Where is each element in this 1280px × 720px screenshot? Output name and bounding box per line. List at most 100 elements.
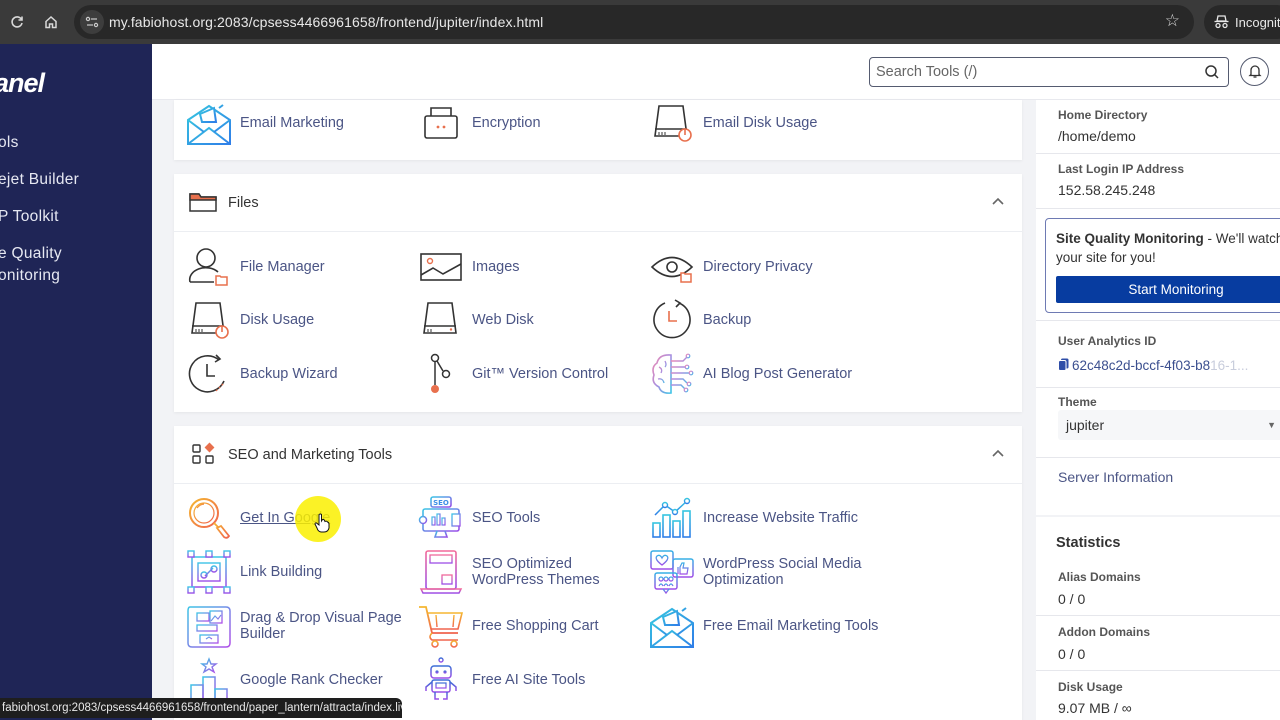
backup-wizard-icon: [186, 351, 232, 397]
user-analytics-label: User Analytics ID: [1058, 334, 1157, 348]
stat-row: Disk Usage 9.07 MB / ∞: [1036, 671, 1280, 720]
seo-section-header[interactable]: SEO and Marketing Tools: [174, 426, 1022, 484]
site-info-icon[interactable]: [80, 10, 104, 34]
sidebar-item-monitoring[interactable]: onitoring: [0, 265, 60, 287]
sidebar-item-tools[interactable]: ols: [0, 132, 19, 154]
tool-email-disk-usage[interactable]: Email Disk Usage: [649, 100, 817, 146]
tool-label: Free Shopping Cart: [472, 617, 599, 634]
user-analytics-row: User Analytics ID 62c48c2d-bccf-4f03-b81…: [1036, 320, 1280, 388]
chevron-up-icon[interactable]: [991, 196, 1005, 206]
tool-label: SEO Tools: [472, 509, 541, 526]
tool-wordpress-social-media-optimization[interactable]: WordPress Social Media Optimization: [649, 549, 873, 595]
stat-label: Alias Domains: [1058, 570, 1141, 584]
tool-label: Disk Usage: [240, 311, 315, 328]
files-section-card: Files File Manager Images Directory Priv…: [174, 174, 1022, 412]
robot-icon: [418, 657, 464, 703]
start-monitoring-button[interactable]: Start Monitoring: [1056, 276, 1280, 303]
user-analytics-value[interactable]: 62c48c2d-bccf-4f03-b816-1...: [1058, 358, 1248, 373]
tool-backup-wizard[interactable]: Backup Wizard: [186, 351, 338, 397]
tool-free-shopping-cart[interactable]: Free Shopping Cart: [418, 603, 599, 649]
search-tools-box[interactable]: [869, 57, 1229, 87]
theme-select[interactable]: jupiter ▼: [1058, 410, 1280, 440]
tool-encryption[interactable]: Encryption: [418, 100, 541, 146]
wordpress-theme-icon: [418, 549, 464, 595]
tool-increase-website-traffic[interactable]: Increase Website Traffic: [649, 495, 858, 541]
tool-seo-optimized-wordpress-themes[interactable]: SEO Optimized WordPress Themes: [418, 549, 642, 595]
statistics-panel: Statistics Alias Domains 0 / 0 Addon Dom…: [1036, 517, 1280, 720]
browser-chrome: my.fabiohost.org:2083/cpsess4466961658/f…: [0, 0, 1280, 44]
web-disk-icon: [418, 297, 464, 343]
bookmark-star-icon[interactable]: ☆: [1165, 11, 1180, 31]
tool-web-disk[interactable]: Web Disk: [418, 297, 534, 343]
notifications-button[interactable]: [1240, 57, 1269, 86]
search-icon[interactable]: [1204, 64, 1220, 80]
tool-disk-usage[interactable]: Disk Usage: [186, 297, 314, 343]
tool-images[interactable]: Images: [418, 244, 520, 290]
tool-label: Link Building: [240, 563, 323, 580]
tool-label: Free AI Site Tools: [472, 671, 586, 688]
images-icon: [418, 244, 464, 290]
tool-email-marketing[interactable]: Email Marketing: [186, 100, 344, 146]
address-bar[interactable]: my.fabiohost.org:2083/cpsess4466961658/f…: [74, 5, 1194, 39]
tool-label: SEO Optimized WordPress Themes: [472, 555, 600, 589]
monitoring-title: Site Quality Monitoring: [1056, 231, 1204, 246]
tool-backup[interactable]: Backup: [649, 297, 751, 343]
tool-free-email-marketing-tools[interactable]: Free Email Marketing Tools: [649, 603, 878, 649]
tool-label: WordPress Social Media Optimization: [703, 555, 862, 589]
link-building-icon: [186, 549, 232, 595]
server-information-link[interactable]: Server Information: [1058, 469, 1173, 485]
folder-icon: [189, 193, 217, 212]
tool-ai-blog-post-generator[interactable]: AI Blog Post Generator: [649, 351, 852, 397]
home-directory-row: Home Directory /home/demo: [1036, 100, 1280, 154]
rank-podium-icon: [186, 657, 232, 703]
monitoring-text: Site Quality Monitoring - We'll watch yo…: [1056, 229, 1280, 267]
apps-grid-icon: [192, 442, 215, 464]
chevron-up-icon[interactable]: [991, 448, 1005, 458]
cpanel-logo[interactable]: anel: [0, 68, 45, 99]
last-login-label: Last Login IP Address: [1058, 162, 1185, 176]
seo-monitor-icon: SEO: [418, 495, 464, 541]
sidebar-item-site-quality[interactable]: e Quality: [0, 243, 62, 265]
tool-directory-privacy[interactable]: Directory Privacy: [649, 244, 813, 290]
tool-label: Increase Website Traffic: [703, 509, 859, 526]
site-quality-monitoring-box: Site Quality Monitoring - We'll watch yo…: [1045, 218, 1280, 313]
social-media-icon: [649, 549, 695, 595]
stat-value: 0 / 0: [1058, 591, 1086, 607]
stat-label: Disk Usage: [1058, 680, 1123, 694]
copy-icon[interactable]: [1058, 358, 1069, 371]
theme-selected-value: jupiter: [1066, 417, 1105, 433]
stat-label: Addon Domains: [1058, 625, 1150, 639]
section-title: SEO and Marketing Tools: [228, 446, 393, 463]
tool-label: Images: [472, 258, 520, 275]
tool-label: File Manager: [240, 258, 325, 275]
tool-free-ai-site-tools[interactable]: Free AI Site Tools: [418, 657, 585, 703]
tool-seo-tools[interactable]: SEO SEO Tools: [418, 495, 540, 541]
tool-label: Directory Privacy: [703, 258, 813, 275]
url-text[interactable]: my.fabiohost.org:2083/cpsess4466961658/f…: [109, 14, 543, 30]
tool-google-rank-checker[interactable]: Google Rank Checker: [186, 657, 383, 703]
sidebar-item-sitejet-builder[interactable]: ejet Builder: [0, 169, 79, 191]
backup-icon: [649, 297, 695, 343]
general-information-panel: Home Directory /home/demo Last Login IP …: [1036, 100, 1280, 515]
tool-drag-drop-page-builder[interactable]: Drag & Drop Visual Page Builder: [186, 603, 410, 649]
svg-text:SEO: SEO: [433, 499, 449, 507]
home-button[interactable]: [34, 5, 68, 39]
sidebar-item-wp-toolkit[interactable]: P Toolkit: [0, 206, 59, 228]
user-analytics-id-faded: 16-1...: [1210, 358, 1249, 373]
tool-label: Encryption: [472, 114, 541, 131]
tool-file-manager[interactable]: File Manager: [186, 244, 325, 290]
sidebar: anel ols ejet Builder P Toolkit e Qualit…: [0, 44, 152, 720]
top-header: [152, 44, 1280, 100]
incognito-indicator[interactable]: Incognito: [1204, 5, 1280, 39]
files-section-header[interactable]: Files: [174, 174, 1022, 232]
tool-label: Web Disk: [472, 311, 534, 328]
traffic-chart-icon: [649, 495, 695, 541]
search-tools-input[interactable]: [876, 58, 1196, 86]
stat-value: 9.07 MB / ∞: [1058, 700, 1132, 716]
reload-button[interactable]: [0, 5, 34, 39]
tool-link-building[interactable]: Link Building: [186, 549, 322, 595]
reload-icon: [11, 16, 23, 28]
tool-label: Backup: [703, 311, 752, 328]
disk-usage-icon: [186, 297, 232, 343]
tool-git-version-control[interactable]: Git™ Version Control: [418, 351, 608, 397]
